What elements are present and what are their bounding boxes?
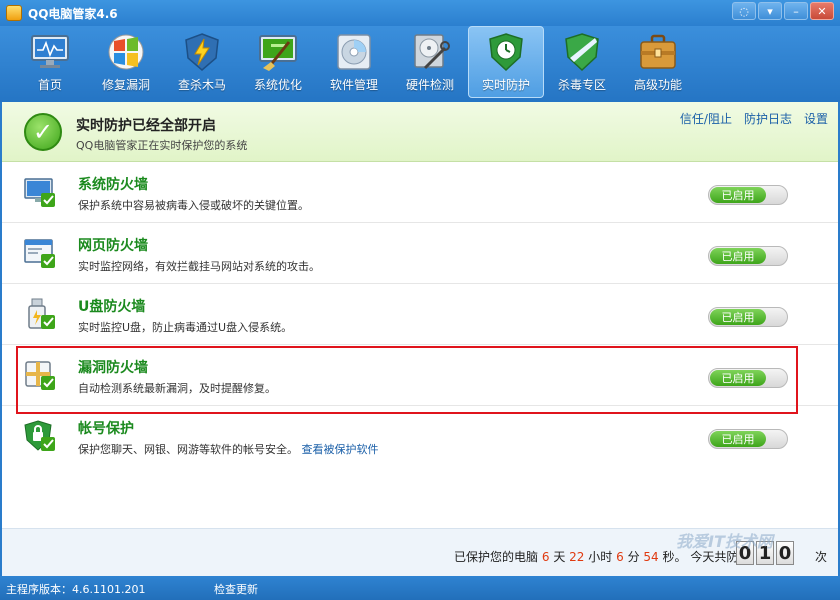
system-firewall-toggle[interactable]: 已启用	[708, 185, 788, 205]
close-button[interactable]: ✕	[810, 2, 834, 20]
firewall-desc: 保护系统中容易被病毒入侵或破坏的关键位置。	[78, 199, 309, 212]
usb-firewall-toggle[interactable]: 已启用	[708, 307, 788, 327]
tool-trojan-scan[interactable]: 查杀木马	[164, 26, 240, 98]
tool-antivirus-zone[interactable]: 杀毒专区	[544, 26, 620, 98]
tool-realtime-protection[interactable]: 实时防护	[468, 26, 544, 98]
counter-digit: 0	[776, 541, 794, 565]
lightning-shield-icon	[180, 31, 224, 73]
account-desc-text: 保护您聊天、网银、网游等软件的帐号安全。	[78, 443, 298, 456]
firewall-item-account: 帐号保护 保护您聊天、网银、网游等软件的帐号安全。 查看被保护软件 已启用	[2, 406, 838, 467]
view-protected-software-link[interactable]: 查看被保护软件	[302, 443, 379, 456]
usb-firewall-icon	[24, 298, 56, 330]
minimize-icon: –	[793, 4, 799, 18]
settings-link[interactable]: 设置	[804, 110, 828, 127]
account-protection-icon	[24, 420, 56, 452]
minutes-unit: 分	[627, 550, 640, 564]
protected-minutes: 6	[616, 550, 624, 564]
minimize-button[interactable]: –	[784, 2, 808, 20]
home-monitor-icon	[28, 31, 72, 73]
menu-icon: ▾	[767, 4, 773, 18]
toggle-on-label: 已启用	[710, 370, 766, 386]
toggle-on-label: 已启用	[710, 431, 766, 447]
tool-advanced[interactable]: 高级功能	[620, 26, 696, 98]
vulnerability-firewall-toggle[interactable]: 已启用	[708, 368, 788, 388]
tool-trojan-scan-label: 查杀木马	[177, 78, 226, 92]
tool-hardware-check-label: 硬件检测	[405, 78, 454, 92]
web-firewall-toggle[interactable]: 已启用	[708, 246, 788, 266]
window-title: QQ电脑管家4.6	[28, 7, 118, 21]
vulnerability-firewall-icon	[24, 359, 56, 391]
protection-status-banner: ✓ 实时防护已经全部开启 QQ电脑管家正在实时保护您的系统 信任/阻止 防护日志…	[2, 102, 838, 162]
trust-block-link[interactable]: 信任/阻止	[680, 110, 732, 127]
watermark-logo: 我爱IT技术网	[676, 532, 773, 551]
firewall-name: 系统防火墙	[78, 177, 148, 193]
chat-bubble-icon: ◌	[739, 4, 749, 18]
toggle-on-label: 已启用	[710, 309, 766, 325]
hardware-tool-icon	[408, 31, 452, 73]
tool-antivirus-zone-label: 杀毒专区	[557, 78, 606, 92]
protected-prefix: 已保护您的电脑	[454, 550, 539, 564]
check-circle-icon: ✓	[24, 113, 62, 151]
tool-system-optimize-label: 系统优化	[253, 78, 302, 92]
qq-pc-manager-window: QQ电脑管家4.6 ◌ ▾ – ✕ 首页 修复漏洞 查杀木马 系统优化 软件管理…	[0, 0, 840, 600]
firewall-name: 帐号保护	[78, 421, 134, 437]
protected-days: 6	[541, 550, 550, 564]
account-protection-toggle[interactable]: 已启用	[708, 429, 788, 449]
hours-unit: 小时	[588, 550, 613, 564]
web-firewall-icon	[24, 237, 56, 269]
firewall-name: 漏洞防火墙	[78, 360, 148, 376]
main-panel: ✓ 实时防护已经全部开启 QQ电脑管家正在实时保护您的系统 信任/阻止 防护日志…	[2, 102, 838, 576]
feedback-button[interactable]: ◌	[732, 2, 756, 20]
protected-hours: 22	[569, 550, 585, 564]
stripe-shield-icon	[560, 31, 604, 73]
clock-shield-icon	[484, 31, 528, 73]
bottom-status-bar: 主程序版本：4.6.1101.201 检查更新	[0, 576, 840, 600]
tool-home[interactable]: 首页	[12, 26, 88, 98]
windows-shield-icon	[104, 31, 148, 73]
firewall-desc: 实时监控网络，有效拦截挂马网站对系统的攻击。	[78, 260, 320, 273]
counter-unit: 次	[815, 550, 828, 564]
tool-advanced-label: 高级功能	[633, 78, 682, 92]
toggle-on-label: 已启用	[710, 248, 766, 264]
firewall-item-system: 系统防火墙 保护系统中容易被病毒入侵或破坏的关键位置。 已启用	[2, 162, 838, 223]
version-text: 主程序版本：4.6.1101.201	[6, 583, 146, 596]
close-icon: ✕	[817, 4, 827, 18]
firewall-item-vulnerability: 漏洞防火墙 自动检测系统最新漏洞，及时提醒修复。 已启用	[2, 345, 838, 406]
status-title: 实时防护已经全部开启	[76, 118, 216, 134]
tool-software-manage-label: 软件管理	[329, 78, 378, 92]
tool-system-optimize[interactable]: 系统优化	[240, 26, 316, 98]
firewall-desc: 实时监控U盘，防止病毒通过U盘入侵系统。	[78, 321, 293, 334]
tool-software-manage[interactable]: 软件管理	[316, 26, 392, 98]
system-firewall-icon	[24, 176, 56, 208]
status-subtitle: QQ电脑管家正在实时保护您的系统	[76, 139, 248, 152]
tool-fix-vulnerability-label: 修复漏洞	[101, 78, 150, 92]
window-controls: ◌ ▾ – ✕	[732, 2, 834, 20]
protection-log-link[interactable]: 防护日志	[744, 110, 792, 127]
disc-box-icon	[332, 31, 376, 73]
firewall-name: U盘防火墙	[78, 299, 146, 315]
firewall-desc: 保护您聊天、网银、网游等软件的帐号安全。 查看被保护软件	[78, 441, 379, 457]
toolbox-icon	[636, 31, 680, 73]
app-logo-icon	[6, 5, 22, 21]
tool-fix-vulnerability[interactable]: 修复漏洞	[88, 26, 164, 98]
firewall-item-usb: U盘防火墙 实时监控U盘，防止病毒通过U盘入侵系统。 已启用	[2, 284, 838, 345]
firewall-desc: 自动检测系统最新漏洞，及时提醒修复。	[78, 382, 276, 395]
toggle-on-label: 已启用	[710, 187, 766, 203]
title-bar: QQ电脑管家4.6 ◌ ▾ – ✕	[0, 0, 840, 26]
status-links: 信任/阻止 防护日志 设置	[680, 110, 828, 127]
broom-monitor-icon	[256, 31, 300, 73]
tool-realtime-protection-label: 实时防护	[481, 78, 530, 92]
days-unit: 天	[553, 550, 566, 564]
main-toolbar: 首页 修复漏洞 查杀木马 系统优化 软件管理 硬件检测 实时防护 杀毒专区 高级…	[0, 26, 840, 102]
firewall-name: 网页防火墙	[78, 238, 148, 254]
seconds-unit: 秒。	[662, 550, 687, 564]
check-update-link[interactable]: 检查更新	[214, 581, 258, 597]
tool-home-label: 首页	[37, 78, 62, 92]
protected-seconds: 54	[643, 550, 659, 564]
tool-hardware-check[interactable]: 硬件检测	[392, 26, 468, 98]
firewall-item-web: 网页防火墙 实时监控网络，有效拦截挂马网站对系统的攻击。 已启用	[2, 223, 838, 284]
menu-button[interactable]: ▾	[758, 2, 782, 20]
